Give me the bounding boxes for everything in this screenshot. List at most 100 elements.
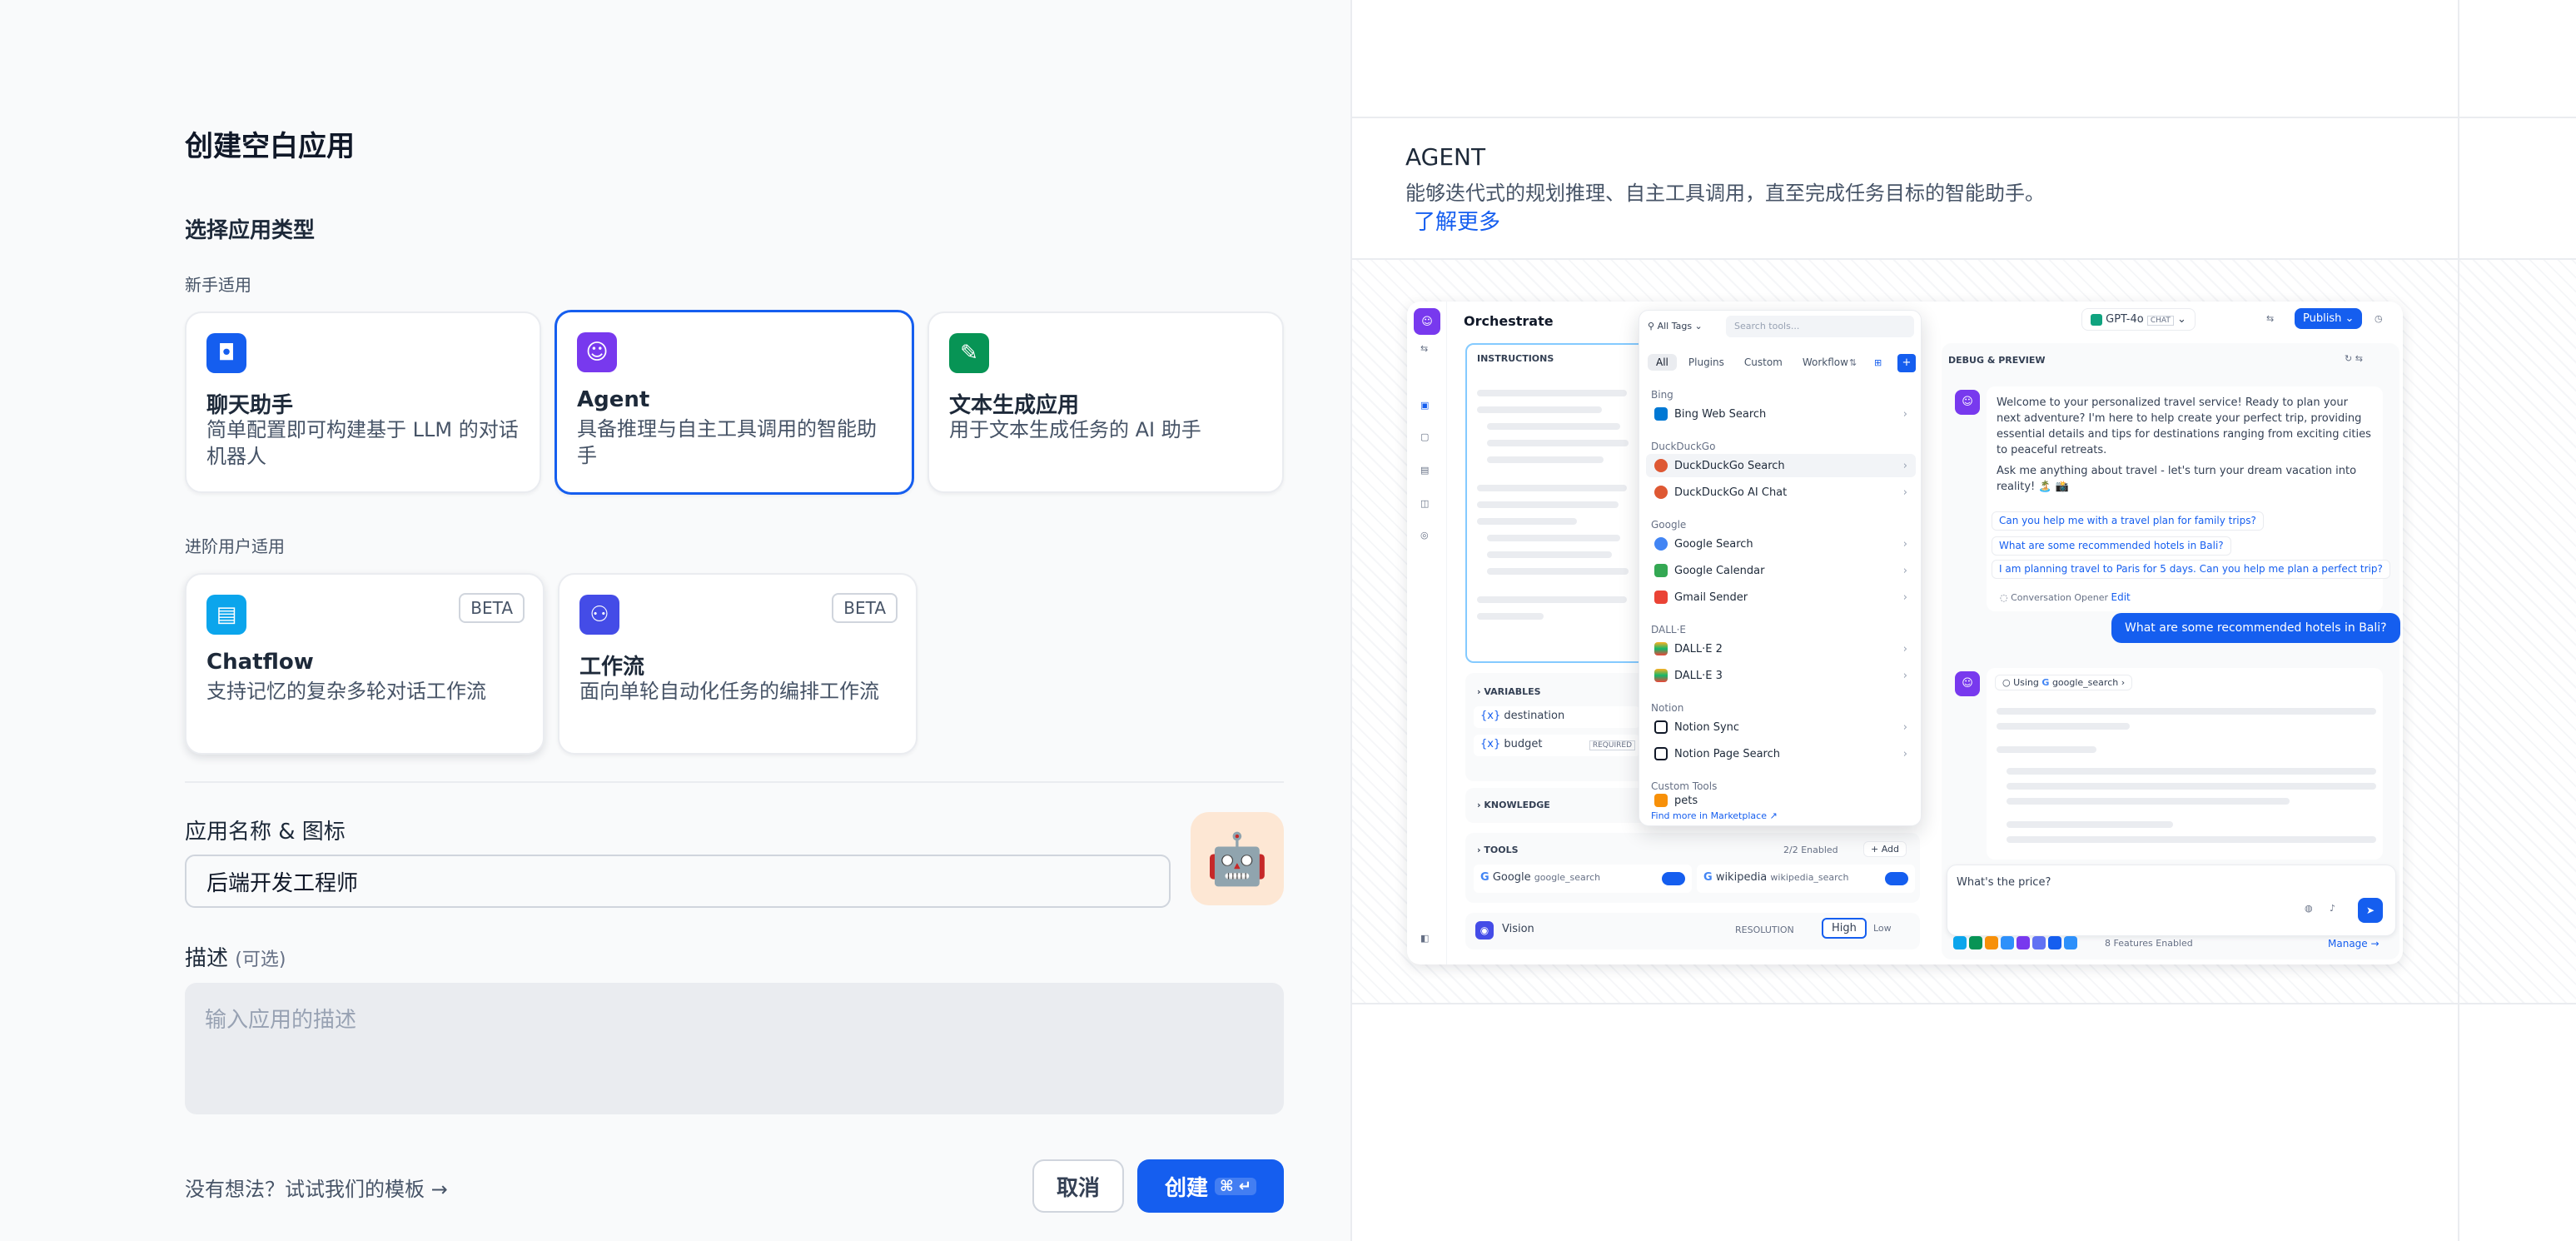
google-icon [1654,537,1668,551]
tab-custom[interactable]: Custom [1736,354,1791,371]
card-chatflow[interactable]: ▤ BETA Chatflow 支持记忆的复杂多轮对话工作流 [185,573,545,755]
tab-all[interactable]: All [1648,354,1677,371]
workflow-icon: ⚇ [579,595,619,635]
tool-item[interactable]: Bing Web Search › [1646,402,1916,426]
create-button[interactable]: 创建 ⌘ ↵ [1137,1159,1284,1213]
tool-item[interactable]: Notion Sync › [1646,715,1916,739]
tab-plugins[interactable]: Plugins [1680,354,1733,371]
tool-item[interactable]: DuckDuckGo AI Chat › [1646,481,1916,504]
question-text: I am planning travel to Paris for 5 days… [1999,563,2383,575]
suggested-question-1[interactable]: Can you help me with a travel plan for f… [1992,511,2264,531]
tool-item[interactable]: DALL·E 2 › [1646,637,1916,660]
resolution-low[interactable]: Low [1873,923,1892,934]
tool-wikipedia[interactable]: G wikipedia wikipedia_search [1697,865,1915,893]
refresh-icon[interactable]: ↻ ⇆ [2345,353,2363,364]
resolution-high[interactable]: High [1822,918,1867,939]
create-label: 创建 [1164,1175,1208,1201]
dalle-icon [1654,642,1668,655]
sort-icon[interactable]: ⇅ [1849,357,1857,368]
edit-opener-link[interactable]: Edit [2111,591,2131,603]
tree-view-icon[interactable]: ⊞ [1874,357,1882,368]
required-badge: REQUIRED [1589,740,1635,750]
model-selector[interactable]: GPT-4o CHAT ⌄ [2081,308,2196,331]
add-icon[interactable]: + [1897,354,1916,372]
item-label: Bing Web Search [1674,407,1767,421]
settings-icon[interactable]: ⇆ [2266,313,2274,324]
template-link-text: 没有想法？试试我们的模板 [185,1178,425,1201]
text-gen-icon: ✎ [949,333,989,373]
opener-label: Conversation Opener [2011,592,2109,603]
var-budget[interactable]: {x} budget REQUIRED [1474,735,1640,756]
mic-icon[interactable]: ♪ [2330,903,2335,914]
card-title: 聊天助手 [206,393,294,418]
tool-toggle[interactable] [1885,872,1908,885]
duckduckgo-icon [1654,459,1668,472]
vision-label: Vision [1502,923,1534,935]
shortcut-hint: ⌘ ↵ [1214,1177,1257,1195]
tag-filter[interactable]: ⚲ All Tags ⌄ [1648,321,1703,331]
dalle-icon [1654,669,1668,682]
card-title: 文本生成应用 [949,393,1080,418]
app-icon-picker[interactable]: 🤖 [1191,812,1284,905]
attach-icon[interactable]: ◍ [2305,903,2313,914]
var-destination[interactable]: {x} destination [1474,706,1640,728]
tool-item[interactable]: DuckDuckGo Search › [1646,454,1916,477]
item-label: DuckDuckGo Search [1674,459,1785,472]
add-tool-button[interactable]: + Add [1863,841,1907,857]
tool-search-input[interactable]: Search tools... [1726,316,1914,337]
history-icon[interactable]: ◷ [2375,313,2383,324]
card-desc: 具备推理与自主工具调用的智能助手 [577,417,877,467]
suggested-question-3[interactable]: I am planning travel to Paris for 5 days… [1992,560,2390,579]
item-label: Google Calendar [1674,564,1765,577]
card-desc: 支持记忆的复杂多轮对话工作流 [206,680,486,703]
card-chat-assistant[interactable]: ◘ 聊天助手 简单配置即可构建基于 LLM 的对话机器人 [185,311,541,493]
tool-call-chip[interactable]: ○ Using G google_search › [1995,675,2133,690]
advanced-label: 进阶用户适用 [185,536,285,556]
name-label: 应用名称 & 图标 [185,820,346,845]
sidebar-toggle-icon: ◧ [1420,933,1430,944]
instructions-label: INSTRUCTIONS [1477,353,1554,364]
template-link[interactable]: 没有想法？试试我们的模板 → [185,1173,448,1202]
chat-input[interactable] [1947,865,2396,936]
knowledge-label: KNOWLEDGE [1484,800,1550,810]
card-text-generation[interactable]: ✎ 文本生成应用 用于文本生成任务的 AI 助手 [927,311,1284,493]
card-workflow[interactable]: ⚇ BETA 工作流 面向单轮自动化任务的编排工作流 [558,573,918,755]
tool-item[interactable]: DALL·E 3 › [1646,664,1916,687]
item-label: Notion Page Search [1674,747,1780,760]
learn-more-link[interactable]: 了解更多 [1414,205,1500,236]
desc-placeholder: 输入应用的描述 [205,1008,357,1033]
cancel-button[interactable]: 取消 [1032,1159,1124,1213]
card-agent[interactable]: ☺ Agent 具备推理与自主工具调用的智能助手 [554,310,914,495]
group-label: Google [1651,519,1687,531]
send-icon[interactable]: ➤ [2358,898,2383,923]
tab-workflow[interactable]: Workflow [1794,354,1857,371]
card-desc: 面向单轮自动化任务的编排工作流 [579,680,879,703]
app-description-input[interactable]: 输入应用的描述 [185,983,1284,1114]
tool-name: wikipedia [1715,871,1768,884]
divider [1352,117,2576,118]
suggested-question-2[interactable]: What are some recommended hotels in Bali… [1992,536,2231,556]
manage-link[interactable]: Manage → [2328,938,2380,949]
tool-item[interactable]: Gmail Sender › [1646,586,1916,609]
tool-item[interactable]: Google Search › [1646,532,1916,556]
item-label: DALL·E 3 [1674,669,1723,682]
publish-button[interactable]: Publish ⌄ [2295,308,2363,329]
search-placeholder: Search tools... [1734,321,1800,331]
globe-icon: ◎ [1420,530,1429,541]
divider [2458,0,2459,1241]
app-type-title: AGENT [1405,143,1486,171]
tool-google[interactable]: G Google google_search [1474,865,1692,893]
gmail-icon [1654,591,1668,604]
app-name-input[interactable]: 后端开发工程师 [185,855,1171,908]
tool-item[interactable]: Google Calendar › [1646,559,1916,582]
chatflow-icon: ▤ [206,595,246,635]
robot-icon: 🤖 [1206,830,1269,889]
marketplace-link[interactable]: Marketplace ↗ [1711,810,1778,821]
tool-item[interactable]: pets [1646,794,1916,807]
group-label: Notion [1651,702,1684,714]
puzzle-icon: ◫ [1420,498,1430,509]
page-title: 创建空白应用 [185,130,355,163]
openai-icon [2091,313,2102,326]
tool-item[interactable]: Notion Page Search › [1646,742,1916,765]
tool-toggle[interactable] [1662,872,1685,885]
